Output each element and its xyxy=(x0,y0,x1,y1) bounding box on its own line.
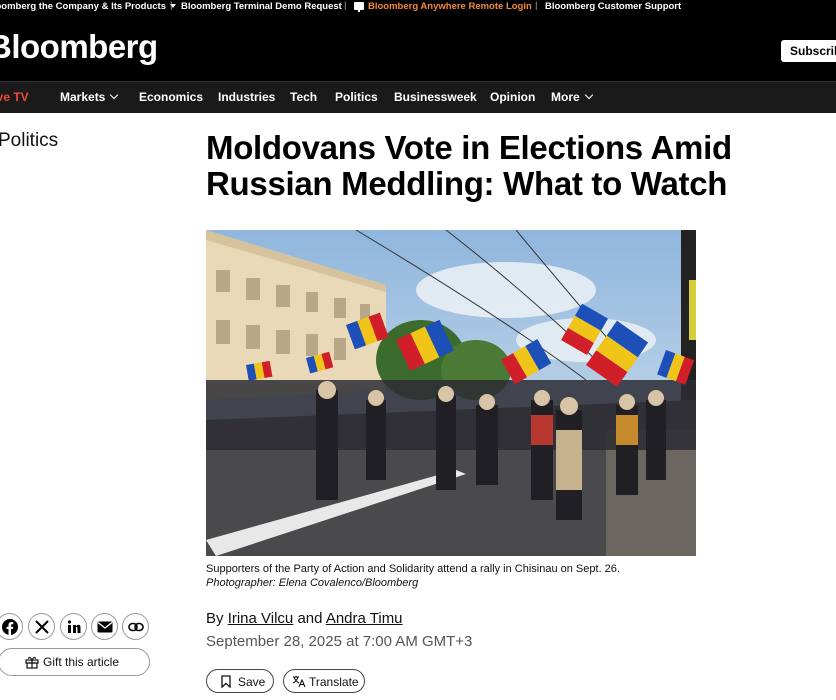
article-photo xyxy=(206,230,696,556)
headline-line-1: Moldovans Vote in Elections Amid xyxy=(206,129,732,166)
customer-support-link[interactable]: Bloomberg Customer Support xyxy=(545,1,681,12)
terminal-demo-link[interactable]: Bloomberg Terminal Demo Request xyxy=(181,1,342,12)
chevron-down-icon xyxy=(584,90,593,100)
terminal-icon xyxy=(354,2,364,12)
bloomberg-logo[interactable]: Bloomberg xyxy=(0,28,158,66)
gift-label: Gift this article xyxy=(43,655,120,669)
nav-opinion[interactable]: Opinion xyxy=(490,90,535,104)
bookmark-icon xyxy=(221,675,231,688)
nav-economics[interactable]: Economics xyxy=(139,90,203,104)
facebook-icon xyxy=(1,618,18,635)
gift-article-button[interactable]: Gift this article xyxy=(0,648,150,676)
article-headline: Moldovans Vote in Elections Amid Russian… xyxy=(206,130,786,202)
nav-tech[interactable]: Tech xyxy=(290,90,317,104)
link-icon xyxy=(127,622,144,631)
translate-icon xyxy=(292,676,306,688)
byline: By Irina Vilcu and Andra Timu xyxy=(206,610,403,627)
headline-line-2: Russian Meddling: What to Watch xyxy=(206,165,728,202)
caption-text: Supporters of the Party of Action and So… xyxy=(206,563,620,575)
byline-prefix: By xyxy=(206,610,224,627)
nav-industries[interactable]: Industries xyxy=(218,90,275,104)
copy-link-button[interactable] xyxy=(122,613,149,640)
nav-more[interactable]: More xyxy=(551,90,593,104)
nav-markets[interactable]: Markets xyxy=(60,90,119,104)
share-email-button[interactable] xyxy=(91,613,118,640)
author-link-irina-vilcu[interactable]: Irina Vilcu xyxy=(228,610,294,627)
rally-photo-illustration xyxy=(206,230,696,556)
translate-label: Translate xyxy=(309,675,359,689)
separator: | xyxy=(170,0,173,11)
x-icon xyxy=(34,619,49,634)
main-nav: Live TV Markets Economics Industries Tec… xyxy=(0,81,836,113)
nav-businessweek[interactable]: Businessweek xyxy=(394,90,477,104)
separator: | xyxy=(535,0,538,11)
gift-icon xyxy=(25,656,39,669)
linkedin-icon xyxy=(67,619,80,633)
nav-politics[interactable]: Politics xyxy=(335,90,378,104)
save-label: Save xyxy=(238,675,266,689)
email-icon xyxy=(97,621,112,632)
translate-button[interactable]: Translate xyxy=(283,669,365,693)
photo-caption: Supporters of the Party of Action and So… xyxy=(206,563,646,590)
author-link-andra-timu[interactable]: Andra Timu xyxy=(326,610,403,627)
photo-credit: Photographer: Elena Covalenco/Bloomberg xyxy=(206,576,419,589)
share-linkedin-button[interactable] xyxy=(60,613,87,640)
publish-date: September 28, 2025 at 7:00 AM GMT+3 xyxy=(206,633,473,650)
save-button[interactable]: Save xyxy=(206,669,274,693)
masthead: Bloomberg Subscribe xyxy=(0,14,836,81)
byline-and: and xyxy=(297,610,323,627)
subscribe-button[interactable]: Subscribe xyxy=(781,40,836,62)
separator: | xyxy=(344,0,347,11)
utility-bar: Bloomberg the Company & Its Products | B… xyxy=(0,0,836,14)
share-facebook-button[interactable] xyxy=(0,613,23,640)
chevron-down-icon xyxy=(110,90,119,100)
nav-live-tv[interactable]: Live TV xyxy=(0,90,29,104)
company-products-link[interactable]: Bloomberg the Company & Its Products xyxy=(0,1,176,12)
remote-login-link[interactable]: Bloomberg Anywhere Remote Login xyxy=(354,1,532,12)
section-label[interactable]: Politics xyxy=(0,130,58,152)
share-x-button[interactable] xyxy=(28,613,55,640)
